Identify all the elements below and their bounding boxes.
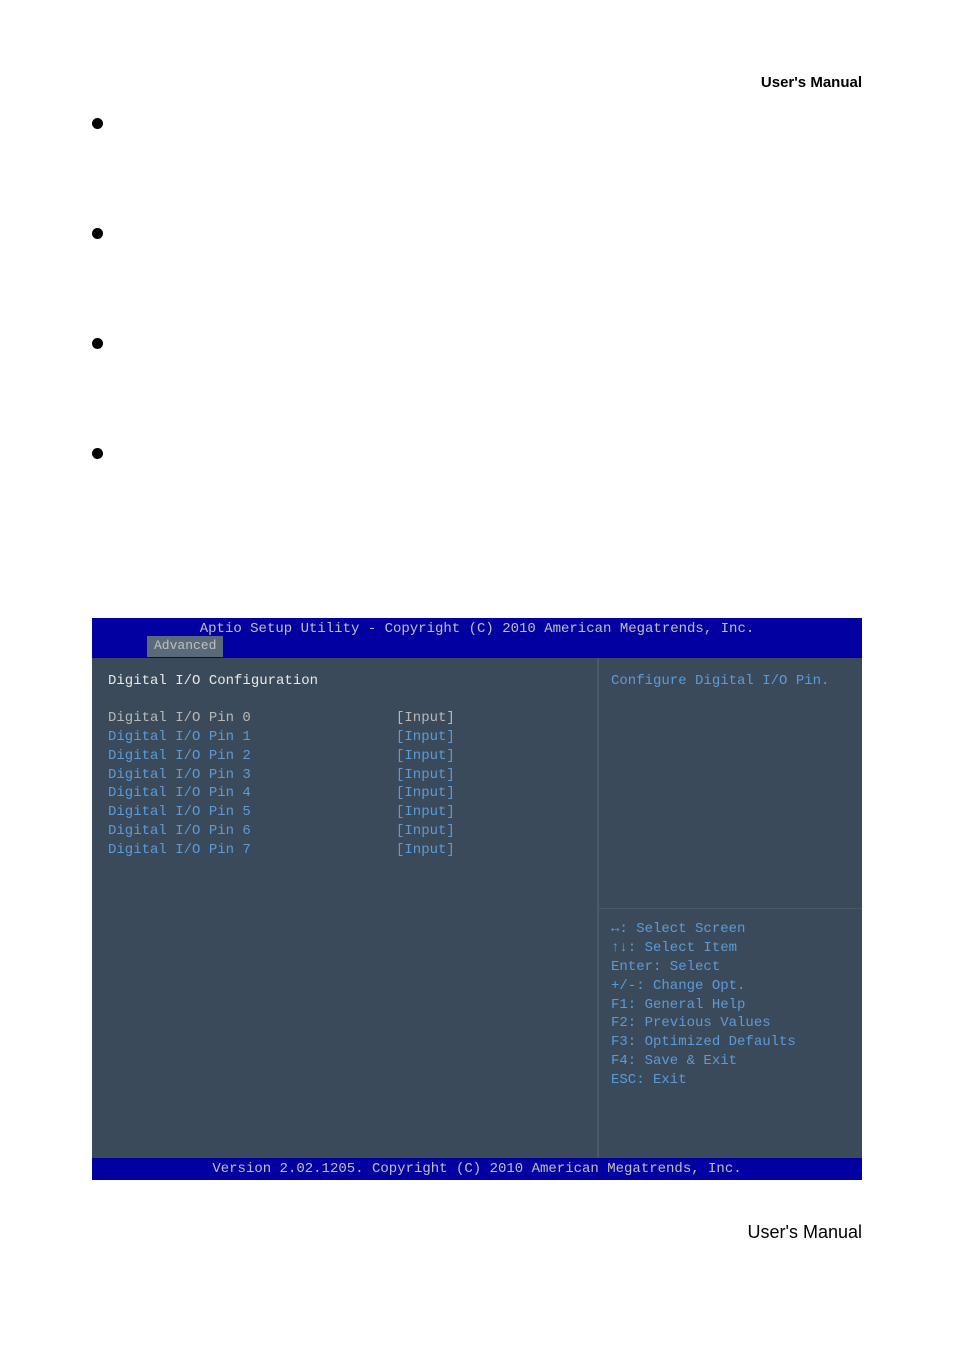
nav-line: +/-: Change Opt. — [611, 977, 796, 996]
nav-line: ESC: Exit — [611, 1071, 796, 1090]
pin-label: Digital I/O Pin 3 — [108, 766, 396, 785]
pin-label: Digital I/O Pin 7 — [108, 841, 396, 860]
pin-label: Digital I/O Pin 1 — [108, 728, 396, 747]
nav-line: Enter: Select — [611, 958, 796, 977]
pin-label: Digital I/O Pin 6 — [108, 822, 396, 841]
pin-value[interactable]: [Input] — [396, 784, 455, 803]
pin-value[interactable]: [Input] — [396, 728, 455, 747]
pin-label: Digital I/O Pin 0 — [108, 709, 396, 728]
pin-row[interactable]: Digital I/O Pin 4 [Input] — [108, 784, 597, 803]
pin-row[interactable]: Digital I/O Pin 6 [Input] — [108, 822, 597, 841]
pin-value[interactable]: [Input] — [396, 709, 455, 728]
bios-nav-keys: ↔: Select Screen ↑↓: Select Item Enter: … — [611, 920, 796, 1090]
nav-line: ↑↓: Select Item — [611, 939, 796, 958]
pin-label: Digital I/O Pin 5 — [108, 803, 396, 822]
nav-line: F4: Save & Exit — [611, 1052, 796, 1071]
divider — [599, 908, 862, 909]
pin-row[interactable]: Digital I/O Pin 0 [Input] — [108, 709, 597, 728]
pin-value[interactable]: [Input] — [396, 766, 455, 785]
pin-value[interactable]: [Input] — [396, 803, 455, 822]
pin-label: Digital I/O Pin 2 — [108, 747, 396, 766]
nav-line: F1: General Help — [611, 996, 796, 1015]
bios-help-text: Configure Digital I/O Pin. — [611, 672, 852, 691]
bios-left-panel: Digital I/O Configuration Digital I/O Pi… — [92, 658, 597, 1158]
bios-section-heading: Digital I/O Configuration — [108, 672, 597, 691]
bios-screenshot: Aptio Setup Utility - Copyright (C) 2010… — [92, 618, 862, 1180]
bullet-icon — [92, 338, 103, 349]
bullet-icon — [92, 448, 103, 459]
pin-row[interactable]: Digital I/O Pin 7 [Input] — [108, 841, 597, 860]
bullet-list — [92, 118, 172, 558]
pin-value[interactable]: [Input] — [396, 841, 455, 860]
nav-line: F3: Optimized Defaults — [611, 1033, 796, 1052]
bios-tab-advanced[interactable]: Advanced — [147, 636, 223, 657]
bullet-icon — [92, 118, 103, 129]
header-label: User's Manual — [761, 74, 862, 91]
nav-line: ↔: Select Screen — [611, 920, 796, 939]
bios-right-panel: Configure Digital I/O Pin. ↔: Select Scr… — [597, 658, 862, 1158]
pin-row[interactable]: Digital I/O Pin 2 [Input] — [108, 747, 597, 766]
nav-line: F2: Previous Values — [611, 1014, 796, 1033]
footer-label: User's Manual — [748, 1222, 862, 1243]
pin-row[interactable]: Digital I/O Pin 1 [Input] — [108, 728, 597, 747]
pin-row[interactable]: Digital I/O Pin 5 [Input] — [108, 803, 597, 822]
pin-row[interactable]: Digital I/O Pin 3 [Input] — [108, 766, 597, 785]
bullet-icon — [92, 228, 103, 239]
bios-body: Digital I/O Configuration Digital I/O Pi… — [92, 658, 862, 1158]
bios-header-bar: Aptio Setup Utility - Copyright (C) 2010… — [92, 618, 862, 658]
bios-footer-bar: Version 2.02.1205. Copyright (C) 2010 Am… — [92, 1158, 862, 1180]
pin-label: Digital I/O Pin 4 — [108, 784, 396, 803]
pin-value[interactable]: [Input] — [396, 822, 455, 841]
pin-value[interactable]: [Input] — [396, 747, 455, 766]
